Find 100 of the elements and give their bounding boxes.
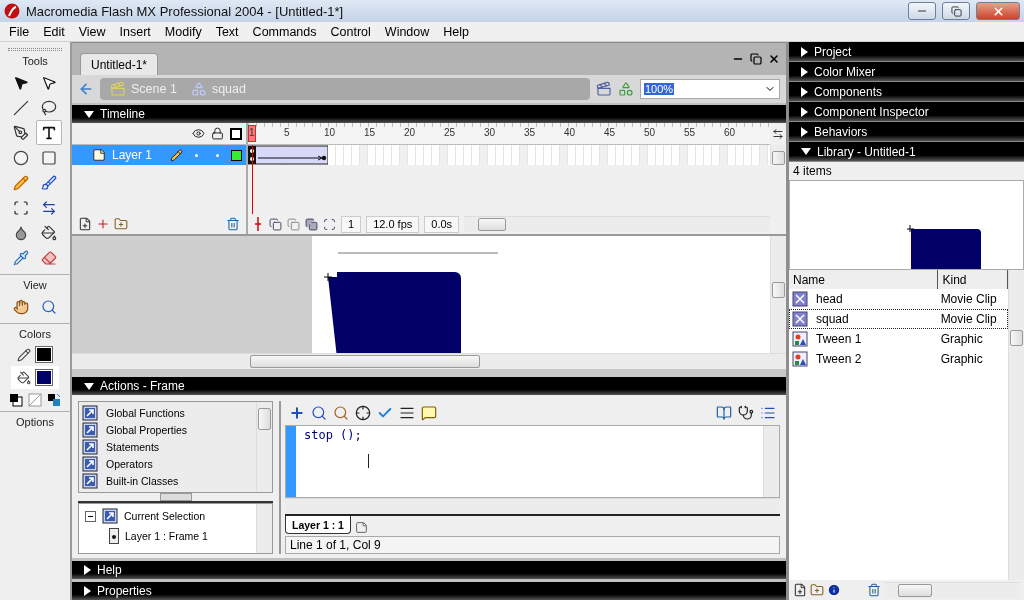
menu-item[interactable]: Edit	[36, 24, 72, 39]
menu-item[interactable]: View	[71, 24, 113, 39]
library-row[interactable]: head Movie Clip	[789, 289, 1008, 309]
playhead[interactable]	[248, 125, 256, 142]
section-label: View	[23, 279, 47, 291]
vertical-scrollbar[interactable]	[770, 145, 786, 165]
minimize-button[interactable]	[908, 2, 936, 20]
new-folder-icon[interactable]	[810, 583, 824, 597]
scrollbar-thumb[interactable]	[258, 408, 271, 430]
vertical-scrollbar[interactable]	[770, 236, 786, 353]
color-swatch[interactable]	[35, 346, 53, 363]
menu-item[interactable]: Insert	[112, 24, 158, 39]
scrollbar-thumb[interactable]	[772, 282, 785, 298]
panel-title: Behaviors	[814, 124, 868, 139]
edit-frames-icon[interactable]	[305, 217, 318, 231]
find-icon[interactable]	[311, 405, 327, 421]
add-layer-icon[interactable]	[78, 217, 92, 231]
tree-item[interactable]: Current Selection	[124, 510, 206, 522]
toolbox-item[interactable]: Global Functions	[106, 406, 185, 419]
panel-title: Library - Untitled-1	[817, 144, 916, 159]
panel-header[interactable]: Color Mixer	[789, 62, 1024, 82]
panel-header[interactable]: Project	[789, 42, 1024, 62]
vertical-scrollbar[interactable]	[256, 504, 272, 553]
vertical-scrollbar[interactable]	[256, 402, 272, 492]
column-header[interactable]: Kind	[938, 270, 1008, 289]
menu-item[interactable]: File	[2, 24, 37, 39]
menu-item[interactable]: Control	[323, 24, 378, 39]
onion-skin-icon[interactable]	[269, 217, 282, 231]
panel-header[interactable]: Timeline	[72, 105, 786, 123]
vertical-scrollbar[interactable]	[1008, 270, 1024, 580]
close-icon[interactable]	[768, 53, 780, 65]
color-swatch[interactable]	[35, 369, 53, 386]
window-title: Macromedia Flash MX Professional 2004 - [Untitled-1*]	[26, 3, 345, 19]
toolbox-item[interactable]: Built-in Classes	[106, 475, 179, 488]
horizontal-scrollbar[interactable]	[72, 353, 786, 369]
paint-bucket-icon	[41, 224, 57, 241]
add-icon[interactable]	[289, 405, 305, 421]
toolbox-item[interactable]: Operators	[106, 458, 153, 471]
panel-title: Help	[97, 563, 122, 577]
options-icon[interactable]	[760, 405, 776, 421]
splitter-handle[interactable]	[159, 493, 192, 501]
frame-view-icon[interactable]	[772, 128, 784, 140]
info-icon[interactable]	[827, 583, 841, 597]
scrollbar-thumb[interactable]	[250, 355, 480, 368]
reference-icon[interactable]	[716, 405, 732, 421]
menu-item[interactable]: Text	[208, 24, 246, 39]
no-color-icon[interactable]	[28, 393, 42, 407]
toolbox-item[interactable]: Statements	[106, 441, 160, 453]
onion-markers-icon[interactable]	[323, 217, 336, 231]
swap-colors-icon[interactable]	[47, 393, 61, 407]
zoom-field[interactable]: 100%	[640, 79, 780, 99]
target-icon[interactable]	[355, 405, 371, 421]
add-folder-icon[interactable]	[114, 217, 128, 231]
panel-header[interactable]: Actions - Frame	[72, 377, 786, 395]
replace-icon[interactable]	[333, 405, 349, 421]
default-colors-icon[interactable]	[9, 393, 23, 407]
format-icon[interactable]	[399, 405, 415, 421]
library-row[interactable]: Tween 2 Graphic	[789, 349, 1008, 369]
visibility-dot[interactable]	[195, 153, 198, 157]
code-hint-icon[interactable]	[421, 405, 437, 421]
new-symbol-icon[interactable]	[793, 583, 807, 597]
debug-icon[interactable]	[738, 405, 754, 421]
scrollbar-thumb[interactable]	[772, 151, 785, 165]
menu-item[interactable]: Help	[436, 24, 476, 39]
collapse-icon[interactable]	[85, 510, 96, 522]
panel-header[interactable]: Components	[789, 82, 1024, 102]
menu-item[interactable]: Commands	[245, 24, 324, 39]
restore-icon[interactable]	[750, 53, 762, 65]
lock-dot[interactable]	[216, 153, 219, 157]
scrollbar-thumb[interactable]	[898, 584, 932, 597]
motion-tween-drawing[interactable]	[248, 145, 328, 165]
panel-header[interactable]: Component Inspector	[789, 102, 1024, 122]
center-frame-icon[interactable]	[252, 217, 264, 231]
maximize-button[interactable]	[942, 2, 970, 20]
panel-header[interactable]: Properties	[72, 582, 786, 600]
section-label: Tools	[22, 55, 48, 67]
panel-header[interactable]: Library - Untitled-1	[789, 142, 1024, 162]
trash-icon[interactable]	[226, 217, 240, 231]
frame-ruler[interactable]: 1 5 10 15 20 25 30 35 40 45 50 55 60	[248, 123, 770, 145]
horizontal-scrollbar[interactable]	[464, 216, 770, 232]
trash-icon[interactable]	[867, 583, 881, 597]
tree-item[interactable]: Layer 1 : Frame 1	[125, 530, 208, 542]
text-tool-button[interactable]	[36, 120, 62, 145]
scrollbar-thumb[interactable]	[1010, 330, 1023, 346]
menu-item[interactable]: Modify	[157, 24, 209, 39]
panel-header[interactable]: Help	[72, 561, 786, 579]
layer-color-box[interactable]	[231, 149, 242, 161]
document-tab[interactable]: Untitled-1*	[80, 53, 159, 75]
frame-number: 1	[249, 127, 255, 138]
clapperboard-icon[interactable]	[596, 81, 612, 97]
scrollbar-thumb[interactable]	[478, 218, 507, 231]
script-tab[interactable]: Layer 1 : 1	[285, 516, 351, 534]
close-button[interactable]	[976, 2, 1020, 20]
toolbox-item[interactable]: Global Properties	[106, 423, 188, 436]
menu-item[interactable]: Window	[377, 24, 437, 39]
library-row[interactable]: squad Movie Clip	[789, 309, 1008, 329]
column-header[interactable]: Name	[789, 270, 939, 289]
vertical-scrollbar[interactable]	[763, 426, 779, 497]
panel-header[interactable]: Behaviors	[789, 122, 1024, 142]
library-row[interactable]: Tween 1 Graphic	[789, 329, 1008, 349]
